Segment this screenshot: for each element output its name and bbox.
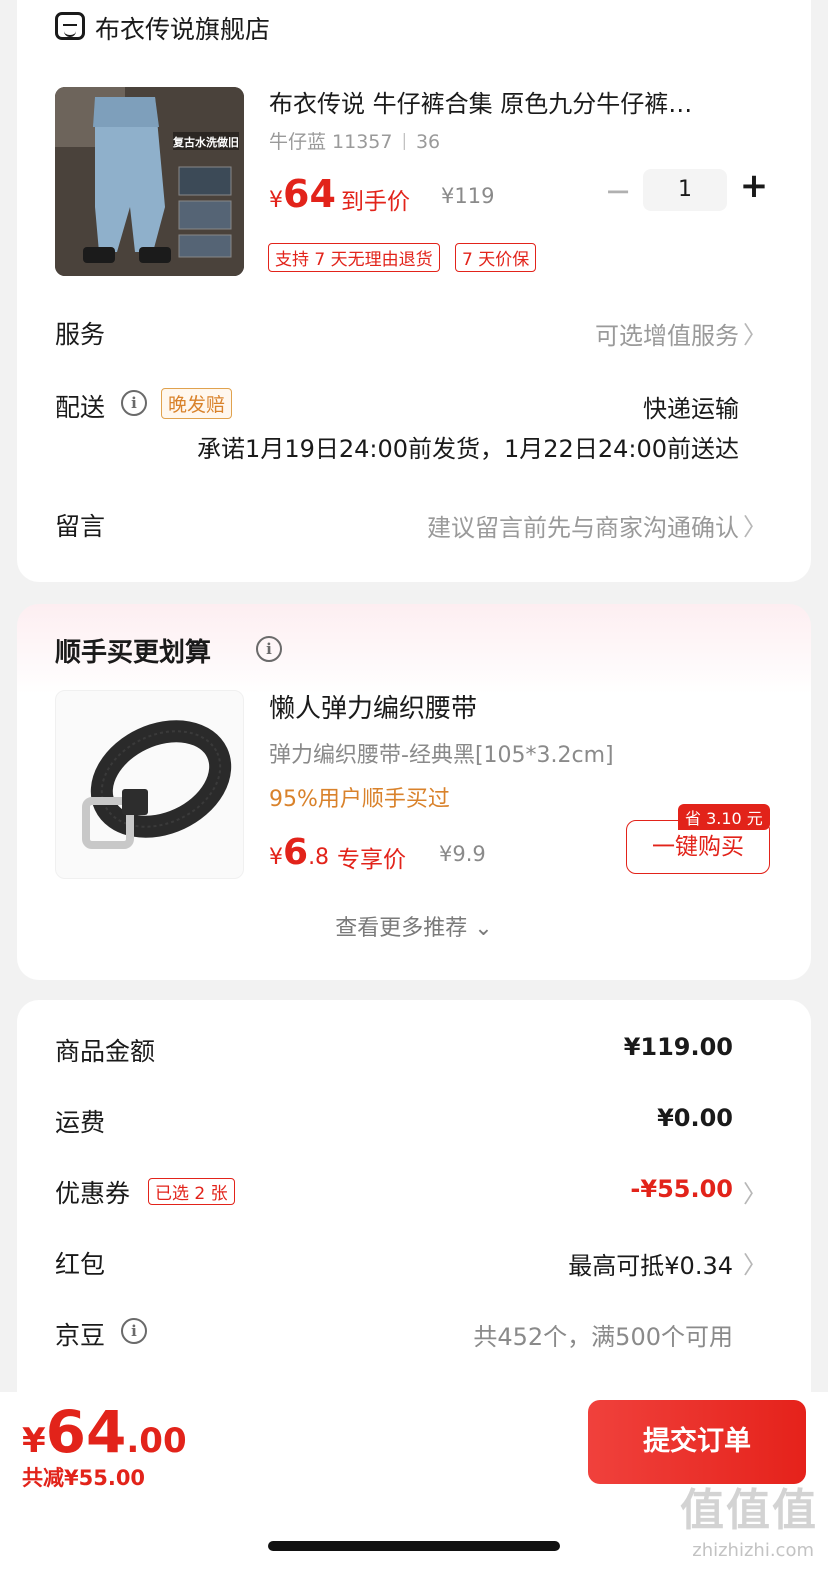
return-policy-tag: 支持 7 天无理由退货 <box>268 243 440 272</box>
quantity-input[interactable]: 1 <box>643 169 727 211</box>
late-delivery-badge: 晚发赔 <box>161 388 233 419</box>
product-image[interactable]: 复古水洗做旧 <box>55 87 244 276</box>
product-title[interactable]: 布衣传说 牛仔裤合集 原色九分牛仔裤… <box>269 84 759 119</box>
addon-original-price: ¥9.9 <box>439 842 486 866</box>
info-icon[interactable]: i <box>121 1318 147 1344</box>
info-icon[interactable]: i <box>256 636 282 662</box>
order-card: 布衣传说旗舰店 复古水洗做旧 布衣传说 牛仔裤合集 原色九分牛仔裤… 牛仔蓝 1… <box>17 0 811 582</box>
product-price: ¥64 <box>269 172 336 216</box>
addon-social-proof: 95%用户顺手买过 <box>269 787 450 812</box>
chevron-right-icon[interactable]: 〉 <box>743 315 767 350</box>
addon-product-image[interactable] <box>55 690 244 879</box>
summary-label-freight: 运费 <box>55 1108 106 1137</box>
original-price: ¥119 <box>441 184 495 208</box>
service-value[interactable]: 可选增值服务 <box>595 316 739 351</box>
shipping-method[interactable]: 快递运输 <box>643 389 739 424</box>
addon-product-sku[interactable]: 弹力编织腰带-经典黑[105*3.2cm] <box>269 737 614 769</box>
currency-symbol: ¥ <box>269 188 283 213</box>
product-image-caption: 复古水洗做旧 <box>173 136 239 149</box>
submit-order-button[interactable]: 提交订单 <box>588 1400 806 1484</box>
price-protect-tag: 7 天价保 <box>455 243 537 272</box>
addon-product-name[interactable]: 懒人弹力编织腰带 <box>269 688 477 725</box>
price-tag: 到手价 <box>341 189 410 215</box>
summary-value-goods: ¥119.00 <box>623 1033 733 1061</box>
price-summary-card: 商品金额 ¥119.00 运费 ¥0.00 优惠券 已选 2 张 -¥55.00… <box>17 1000 811 1420</box>
watermark-url: zhizhizhi.com <box>692 1540 814 1561</box>
quantity-increase-button[interactable]: + <box>739 166 769 206</box>
currency-symbol: ¥ <box>269 845 283 870</box>
addon-card: 顺手买更划算 i 懒人弹力编织腰带 弹力编织腰带-经典黑[105*3.2cm] … <box>17 604 811 980</box>
message-input[interactable]: 建议留言前先与商家沟通确认 <box>427 508 739 543</box>
quantity-decrease-button[interactable]: − <box>603 172 633 210</box>
total-price: ¥64.00 <box>22 1398 187 1466</box>
chevron-right-icon[interactable]: 〉 <box>743 1245 767 1280</box>
addon-section-title: 顺手买更划算 <box>55 638 212 668</box>
message-label: 留言 <box>55 512 106 541</box>
total-value: 64 <box>45 1398 127 1466</box>
more-recommendations-link[interactable]: 查看更多推荐 ⌄ <box>17 910 811 942</box>
summary-value-jingdou: 共452个，满500个可用 <box>473 1323 733 1351</box>
summary-label-coupon: 优惠券 <box>55 1179 131 1208</box>
total-decimal: .00 <box>126 1421 187 1461</box>
shipping-label: 配送 <box>55 393 106 422</box>
home-indicator[interactable] <box>268 1541 560 1551</box>
store-icon <box>55 12 85 40</box>
info-icon[interactable]: i <box>121 390 147 416</box>
checkout-bar: ¥64.00 共减¥55.00 提交订单 值值值 zhizhizhi.com <box>0 1392 828 1578</box>
summary-label-redpacket: 红包 <box>55 1250 106 1279</box>
total-saved[interactable]: 共减¥55.00 <box>22 1462 145 1492</box>
summary-value-coupon[interactable]: -¥55.00 <box>630 1175 733 1203</box>
product-sku[interactable]: 牛仔蓝 11357 ᛁ 36 <box>269 127 440 154</box>
summary-value-redpacket[interactable]: 最高可抵¥0.34 <box>568 1246 733 1281</box>
price-decimal: .8 <box>308 845 330 870</box>
price-value: 64 <box>283 172 336 216</box>
currency-symbol: ¥ <box>22 1421 46 1461</box>
chevron-right-icon[interactable]: 〉 <box>743 1174 767 1209</box>
addon-price: ¥6.8 <box>269 832 329 873</box>
watermark: 值值值 <box>680 1485 818 1536</box>
shipping-promise: 承诺1月19日24:00前发货，1月22日24:00前送达 <box>197 435 739 463</box>
coupon-selected-badge: 已选 2 张 <box>148 1178 235 1205</box>
summary-label-jingdou: 京豆 <box>55 1321 106 1350</box>
price-value: 6 <box>283 832 309 873</box>
service-label: 服务 <box>55 320 106 349</box>
summary-value-freight: ¥0.00 <box>657 1104 733 1132</box>
summary-label-goods: 商品金额 <box>55 1037 156 1066</box>
addon-price-tag: 专享价 <box>337 847 406 873</box>
chevron-right-icon[interactable]: 〉 <box>743 507 767 542</box>
save-badge: 省 3.10 元 <box>678 804 770 830</box>
store-name[interactable]: 布衣传说旗舰店 <box>95 10 270 46</box>
